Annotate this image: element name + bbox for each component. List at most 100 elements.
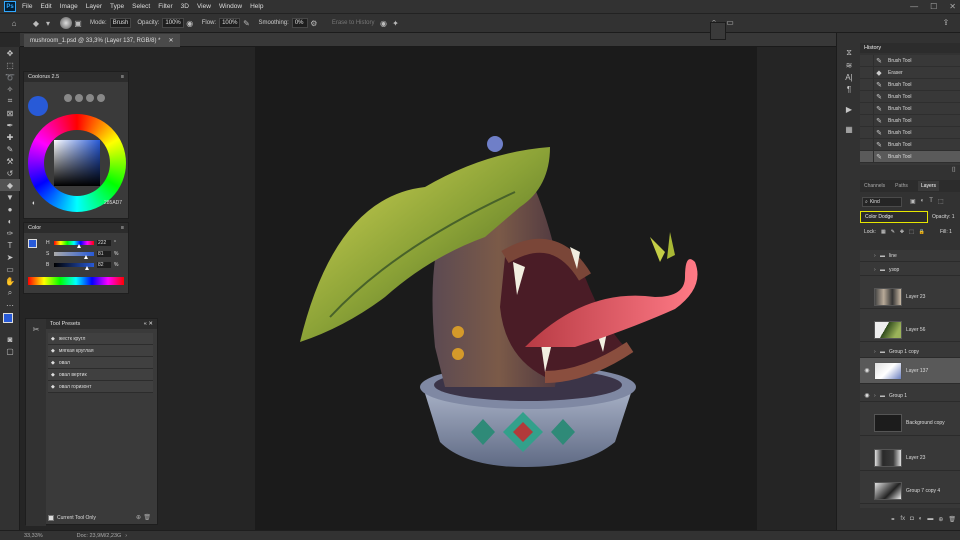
panel-menu-icon[interactable]: ≡ <box>121 74 124 80</box>
link-layers-icon[interactable]: ⚭ <box>890 516 895 523</box>
lock-artboard-icon[interactable]: ⬚ <box>909 229 914 235</box>
filter-type-icon[interactable]: T <box>929 198 933 205</box>
lock-pixels-icon[interactable]: ▦ <box>881 229 886 235</box>
menu-type[interactable]: Type <box>110 3 124 10</box>
blend-mode-select[interactable]: Color Dodge <box>860 211 928 223</box>
document-tab[interactable]: mushroom_1.psd @ 33,3% (Layer 137, RGB/8… <box>24 34 180 47</box>
saturation-brightness-square[interactable] <box>54 140 100 186</box>
slider-value[interactable]: 222 <box>97 240 111 246</box>
menu-select[interactable]: Select <box>132 3 150 10</box>
airbrush-icon[interactable]: ✎ <box>240 17 252 29</box>
blur-tool-icon[interactable]: ● <box>0 203 20 215</box>
slider-thumb[interactable] <box>84 255 89 259</box>
history-tab[interactable]: History <box>864 45 881 51</box>
layer-name[interactable]: Layer 56 <box>906 327 925 333</box>
pressure-size-icon[interactable]: ◉ <box>378 17 390 29</box>
history-item[interactable]: ✎ Brush Tool <box>860 126 960 139</box>
layer-name[interactable]: Group 1 <box>889 393 907 399</box>
history-item[interactable]: ✎ Brush Tool <box>860 114 960 127</box>
history-source-cell[interactable] <box>860 138 874 151</box>
slider-value[interactable]: 81 <box>97 251 111 257</box>
swatches-panel-icon[interactable]: ▦ <box>837 123 861 135</box>
new-layer-icon[interactable]: ⊕ <box>938 516 943 523</box>
tab-paths[interactable]: Paths <box>895 183 908 189</box>
preset-item[interactable]: ◆ жестк кругл <box>48 333 153 345</box>
symmetry-icon[interactable]: ✦ <box>390 17 402 29</box>
eyedropper-tool-icon[interactable]: ✒ <box>0 119 20 131</box>
dodge-tool-icon[interactable]: ◐ <box>0 215 20 227</box>
slider-value[interactable]: 82 <box>97 262 111 268</box>
paint-bucket-tool-icon[interactable]: ▼ <box>0 191 20 203</box>
path-selection-tool-icon[interactable]: ➤ <box>0 251 20 263</box>
mode-select[interactable]: Brush <box>109 18 132 28</box>
healing-brush-tool-icon[interactable]: ✚ <box>0 131 20 143</box>
clone-stamp-tool-icon[interactable]: ⚒ <box>0 155 20 167</box>
history-panel-icon[interactable]: ⧖ <box>837 47 861 59</box>
tool-presets-icon[interactable]: ✂ <box>30 323 42 335</box>
adjustment-layer-icon[interactable]: ◐ <box>919 516 923 522</box>
type-tool-icon[interactable]: T <box>0 239 20 251</box>
smoothing-field[interactable]: 0% <box>291 18 308 28</box>
history-item[interactable]: ✎ Brush Tool <box>860 78 960 91</box>
menu-3d[interactable]: 3D <box>181 3 189 10</box>
zoom-tool-icon[interactable]: ⌕ <box>0 287 20 299</box>
layer-fill[interactable]: Fill: 1 <box>940 229 952 235</box>
collapse-panel-icon[interactable]: « ✕ <box>144 321 153 327</box>
eraser-icon[interactable]: ◆ <box>30 17 42 29</box>
history-item[interactable]: ✎ Brush Tool <box>860 150 960 163</box>
artboard[interactable] <box>255 47 757 530</box>
preset-item[interactable]: ◆ мягкая круглая <box>48 345 153 357</box>
pressure-opacity-icon[interactable]: ◉ <box>184 17 196 29</box>
crop-tool-icon[interactable]: ⌗ <box>0 95 20 107</box>
layer-row[interactable]: ◉ Layer 137 <box>860 358 960 384</box>
screen-mode-icon[interactable]: ▢ <box>0 345 20 357</box>
history-source-cell[interactable] <box>860 54 874 67</box>
mode-circle-icon[interactable] <box>64 94 72 102</box>
close-tab-icon[interactable]: ✕ <box>169 37 174 44</box>
history-item[interactable]: ✎ Brush Tool <box>860 102 960 115</box>
menu-view[interactable]: View <box>197 3 211 10</box>
mode-circle-icon[interactable] <box>97 94 105 102</box>
marquee-tool-icon[interactable]: ⬚ <box>0 59 20 71</box>
chevron-down-icon[interactable]: ▾ <box>42 17 54 29</box>
mask-icon[interactable]: ◘ <box>910 516 914 522</box>
paragraph-panel-icon[interactable]: ¶ <box>837 83 861 95</box>
layer-group-row[interactable]: › ▬ узор <box>860 264 960 276</box>
magic-wand-tool-icon[interactable]: ✧ <box>0 83 20 95</box>
filter-adjustment-icon[interactable]: ◐ <box>921 198 925 205</box>
lock-image-icon[interactable]: ✎ <box>891 229 895 235</box>
trash-icon[interactable]: 🗑 <box>948 516 956 523</box>
panel-collapse-handle[interactable] <box>710 22 726 40</box>
swap-colors-icon[interactable]: ◐ <box>32 200 36 207</box>
layer-name[interactable]: line <box>889 253 897 259</box>
slider-thumb[interactable] <box>84 266 89 270</box>
slider-track[interactable] <box>54 252 94 259</box>
color-spectrum-ramp[interactable] <box>28 277 124 285</box>
brush-settings-panel-icon[interactable]: ≋ <box>837 59 861 71</box>
color-swatches[interactable] <box>0 311 20 333</box>
layer-name[interactable]: Layer 23 <box>906 294 925 300</box>
history-source-cell[interactable] <box>860 126 874 139</box>
brush-settings-icon[interactable]: ▣ <box>72 17 84 29</box>
preset-item[interactable]: ◆ овал вертик <box>48 369 153 381</box>
history-source-cell[interactable] <box>860 90 874 103</box>
brush-preview-icon[interactable] <box>60 17 72 29</box>
history-item[interactable]: ✎ Brush Tool <box>860 90 960 103</box>
share-icon[interactable]: ⇪ <box>940 16 952 28</box>
checkbox-checked-icon[interactable] <box>48 515 54 521</box>
home-icon[interactable]: ⌂ <box>8 17 20 29</box>
trash-icon[interactable]: 🗑 <box>143 514 151 521</box>
mode-circle-icon[interactable] <box>75 94 83 102</box>
menu-filter[interactable]: Filter <box>158 3 172 10</box>
fx-icon[interactable]: fx <box>900 516 905 522</box>
layer-name[interactable]: узор <box>889 267 899 273</box>
layer-name[interactable]: Layer 137 <box>906 368 928 374</box>
layer-group-row[interactable]: › ▬ line <box>860 250 960 262</box>
lock-all-icon[interactable]: 🔒 <box>919 229 925 235</box>
gear-icon[interactable]: ⚙ <box>308 17 320 29</box>
history-item[interactable]: ✎ Brush Tool <box>860 138 960 151</box>
layer-row[interactable]: Layer 23 <box>860 285 960 309</box>
eye-icon[interactable]: ◉ <box>860 367 874 374</box>
hex-value[interactable]: 285AD7 <box>104 200 122 206</box>
actions-play-icon[interactable]: ▶ <box>837 103 861 115</box>
